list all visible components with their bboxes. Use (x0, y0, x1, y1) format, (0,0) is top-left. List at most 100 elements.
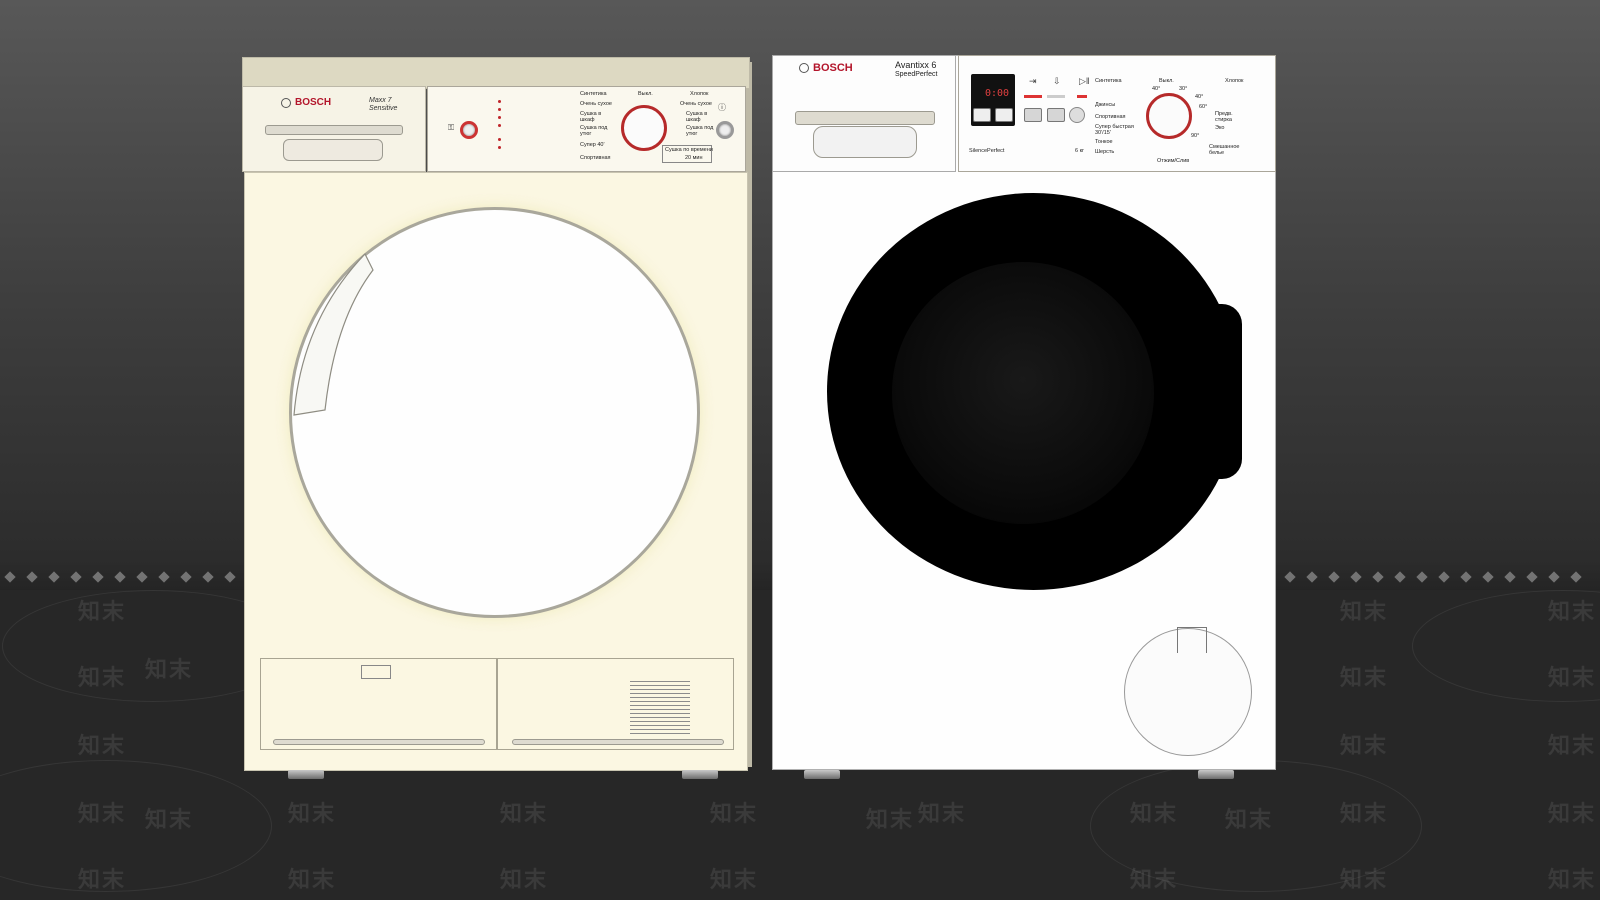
watermark-text: 知末 (288, 867, 337, 892)
washer-foot (804, 770, 840, 779)
dryer-drawer-handle[interactable] (265, 125, 403, 135)
watermark-ellipse (0, 760, 272, 892)
washer-program-label: Спортивная (1095, 114, 1126, 120)
dryer-program-label: Сушка в шкаф (686, 111, 708, 123)
washer-door-handle[interactable] (1202, 304, 1242, 479)
washer-temp-label: 90° (1191, 133, 1200, 139)
washer-temp-label: 40° (1152, 86, 1161, 92)
watermark-text: 知末 (78, 801, 127, 826)
diamond-mark (1504, 571, 1516, 583)
washer-model-sub: SpeedPerfect (895, 71, 938, 78)
diamond-mark (1570, 571, 1582, 583)
flap-handle[interactable] (512, 739, 724, 745)
watermark-text: 知末 (866, 807, 915, 832)
washer-program-label: Джинсы (1095, 102, 1116, 108)
dryer-filter-flap[interactable] (260, 658, 497, 750)
dryer-start-button[interactable] (460, 121, 478, 139)
diamond-mark (92, 571, 104, 583)
diamond-mark (1416, 571, 1428, 583)
washer-detergent-drawer[interactable]: BOSCH Avantixx 6 SpeedPerfect (772, 55, 956, 172)
washer-series-label: SilencePerfect (969, 148, 1005, 154)
washer-program-label: Шерсть (1095, 149, 1115, 155)
diamond-mark (1460, 571, 1472, 583)
flap-release-tab[interactable] (361, 665, 391, 679)
washer-model: Avantixx 6 SpeedPerfect (895, 60, 937, 80)
spin-icon: ⇩ (1053, 76, 1061, 86)
diamond-mark (70, 571, 82, 583)
watermark-text: 知末 (1340, 599, 1389, 624)
washer-option-button[interactable] (1024, 108, 1042, 122)
watermark-text: 知末 (918, 801, 967, 826)
washer-timer-button[interactable] (973, 108, 991, 122)
dryer-child-lock-icon: ⚿ (448, 123, 455, 132)
washer-drawer-grip[interactable] (813, 126, 917, 158)
washer-program-dial[interactable] (1146, 93, 1192, 139)
washer-option-button[interactable] (1047, 108, 1065, 122)
diamond-mark (1306, 571, 1318, 583)
dryer-brand-text: BOSCH (295, 97, 332, 108)
watermark-text: 知末 (1130, 801, 1179, 826)
watermark-text: 知末 (1130, 867, 1179, 892)
washer-timer-button[interactable] (995, 108, 1013, 122)
dryer-model-sub: Sensitive (369, 105, 398, 112)
dryer-program-label: Сушка под утюг (580, 125, 608, 137)
dryer-model-name: Maxx 7 (369, 97, 392, 104)
diamond-mark (48, 571, 60, 583)
filter-cover-latch[interactable] (1177, 627, 1207, 653)
indicator-led (498, 124, 501, 127)
watermark-text: 知末 (710, 801, 759, 826)
diamond-mark (202, 571, 214, 583)
dryer-timer-box: Сушка по времени 20 мин (662, 145, 713, 163)
washer-program-label: Супер быстрая 30'/15' (1095, 124, 1134, 136)
diamond-mark (4, 571, 16, 583)
watermark-text: 知末 (710, 867, 759, 892)
watermark-text: 知末 (288, 801, 337, 826)
dryer-brand: BOSCH (281, 97, 331, 108)
dryer-program-dial[interactable] (621, 105, 667, 151)
indicator-led (498, 108, 501, 111)
dryer-timer-value: 20 мин (685, 155, 703, 161)
washer-start-button[interactable] (1069, 107, 1085, 123)
diamond-mark (1548, 571, 1560, 583)
dryer-condenser-flap[interactable] (497, 658, 734, 750)
watermark-text: 知末 (1340, 733, 1389, 758)
dryer-foot (682, 770, 718, 779)
washer-filter-cover[interactable] (1124, 627, 1252, 756)
washer-off-label: Выкл. (1159, 78, 1174, 84)
dryer-water-drawer[interactable]: BOSCH Maxx 7 Sensitive (242, 86, 426, 172)
indicator-led (498, 116, 501, 119)
washer-model-name: Avantixx 6 (895, 60, 937, 70)
dryer-program-label: Очень сухое (580, 101, 612, 107)
flap-handle[interactable] (273, 739, 485, 745)
dryer-program-label: Очень сухое (680, 101, 712, 107)
dryer-program-label: Спортивная (580, 155, 611, 161)
watermark-text: 知末 (1548, 599, 1597, 624)
diamond-mark (26, 571, 38, 583)
indicator-led (498, 146, 501, 149)
dryer-door-handle[interactable] (290, 250, 380, 420)
diamond-mark (1350, 571, 1362, 583)
washer-program-label: Смешанное белье (1209, 144, 1240, 156)
diamond-mark (1526, 571, 1538, 583)
diamond-mark (1482, 571, 1494, 583)
watermark-text: 知末 (1548, 665, 1597, 690)
washer-drawer-handle[interactable] (795, 111, 935, 125)
diamond-mark (1372, 571, 1384, 583)
dryer-program-label: Сушка под утюг (686, 125, 714, 137)
watermark-text: 知末 (1340, 665, 1389, 690)
bosch-logo-icon (799, 63, 809, 73)
bosch-logo-icon (281, 97, 291, 108)
dryer-off-label: Выкл. (638, 91, 653, 97)
option-indicator (1024, 95, 1042, 98)
start-pause-icon: ▷‖ (1079, 76, 1090, 86)
diamond-mark (136, 571, 148, 583)
watermark-text: 知末 (500, 867, 549, 892)
washer-temp-label: 60° (1199, 104, 1208, 110)
dryer-on-off-button[interactable] (716, 121, 734, 139)
washer-control-panel: 0:00 ⇥ ⇩ ▷‖ SilencePerfect 6 кг Синтетик… (958, 55, 1276, 172)
watermark-text: 知末 (500, 801, 549, 826)
dryer-drawer-grip[interactable] (283, 139, 383, 161)
watermark-text: 知末 (1340, 867, 1389, 892)
watermark-text: 知末 (1225, 807, 1274, 832)
washer-foot (1198, 770, 1234, 779)
